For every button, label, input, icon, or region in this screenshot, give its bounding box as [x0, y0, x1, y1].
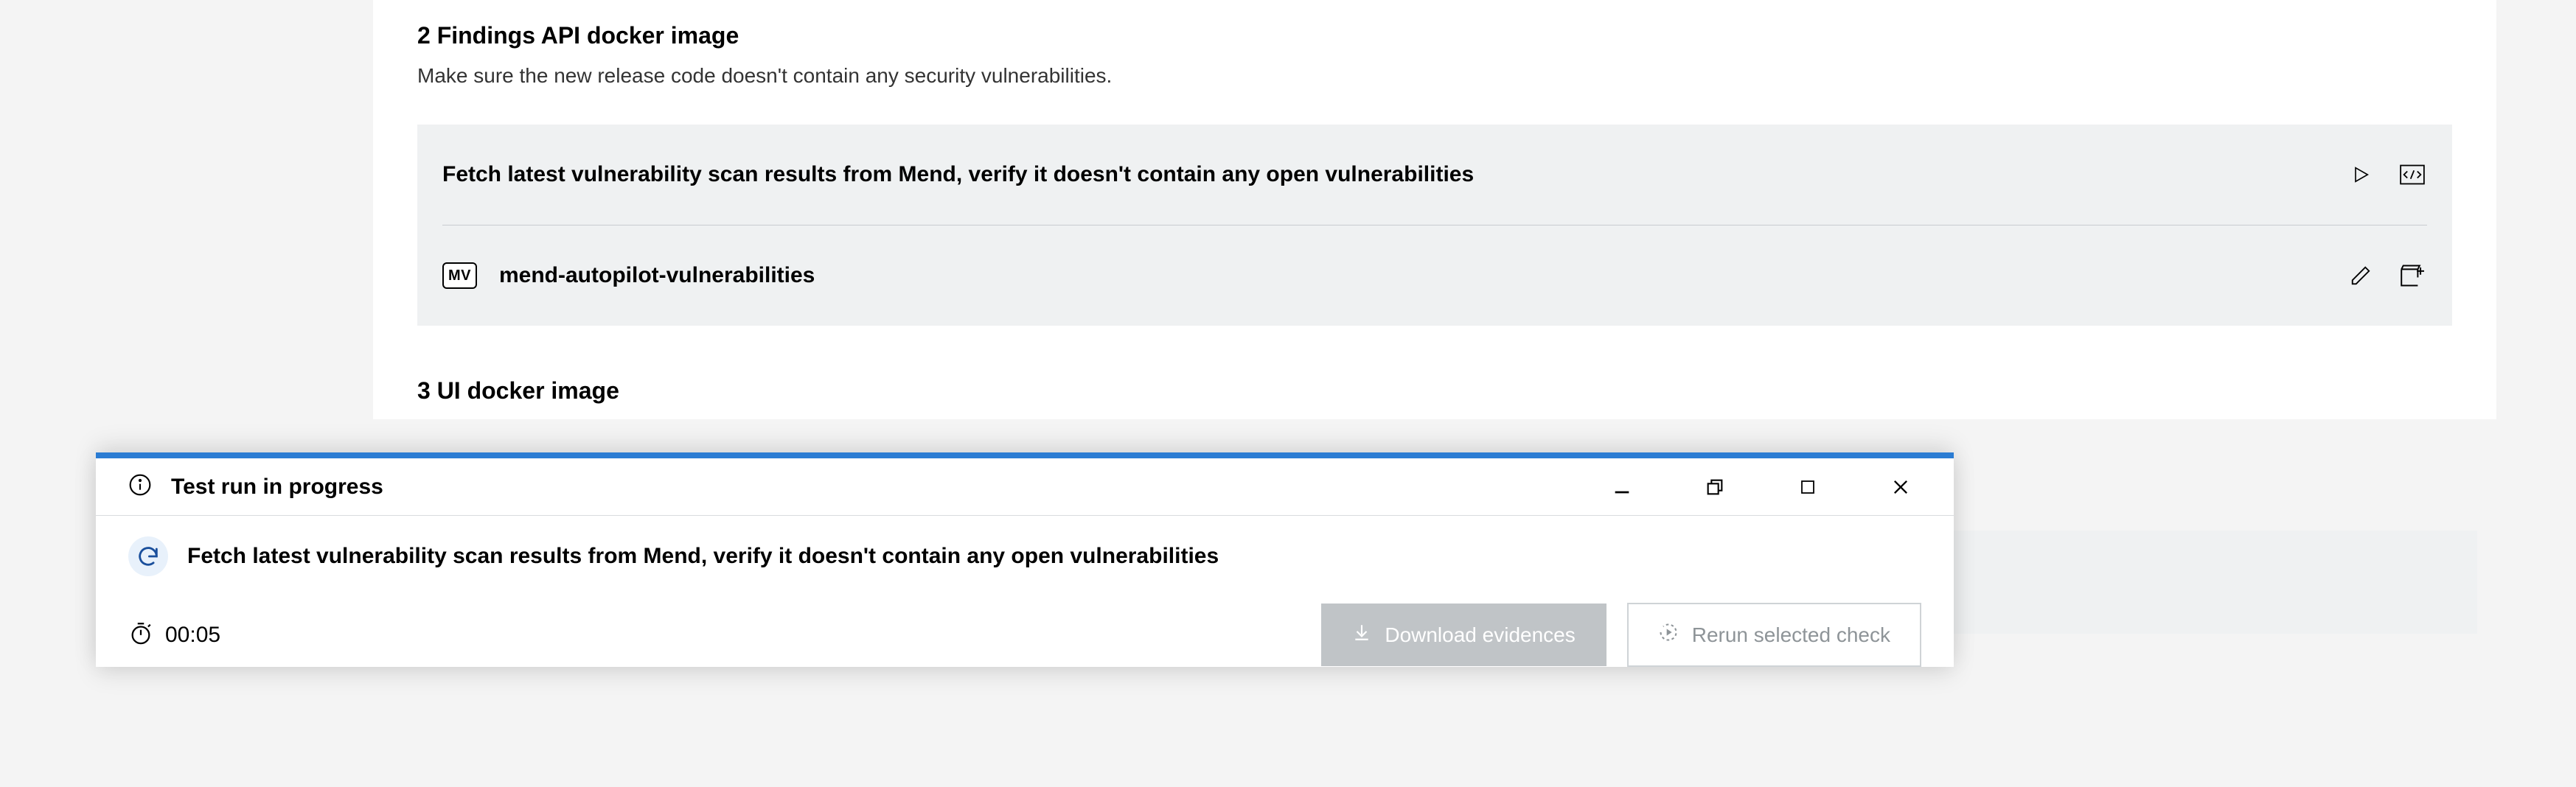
panel-status-title: Test run in progress — [171, 475, 383, 500]
edit-autopilot-button[interactable] — [2346, 261, 2375, 290]
close-button[interactable] — [1887, 474, 1914, 500]
download-evidences-button[interactable]: Download evidences — [1321, 604, 1606, 666]
minimize-button[interactable] — [1609, 474, 1635, 500]
section-index: 3 — [417, 377, 431, 404]
restore-down-button[interactable] — [1702, 474, 1728, 500]
test-run-panel: Test run in progress — [96, 452, 1954, 667]
check-title: Fetch latest vulnerability scan results … — [442, 162, 2324, 187]
panel-actions-row: 00:05 Download evidences Rerun selected … — [96, 576, 1954, 667]
autopilot-badge-icon: MV — [442, 262, 477, 289]
stopwatch-icon — [128, 620, 153, 649]
timer: 00:05 — [128, 620, 220, 649]
section-name: UI docker image — [437, 377, 619, 404]
spinner-icon — [128, 536, 168, 576]
maximize-button[interactable] — [1795, 474, 1821, 500]
section-3-title: 3 UI docker image — [417, 377, 2452, 405]
download-label: Download evidences — [1385, 623, 1575, 647]
section-index: 2 — [417, 22, 431, 49]
panel-header: Test run in progress — [96, 458, 1954, 516]
rerun-label: Rerun selected check — [1692, 623, 1890, 647]
timer-value: 00:05 — [165, 623, 220, 648]
autopilot-name: mend-autopilot-vulnerabilities — [499, 263, 2324, 288]
section-2-description: Make sure the new release code doesn't c… — [417, 64, 2452, 88]
add-module-button[interactable] — [2398, 261, 2427, 290]
run-check-button[interactable] — [2346, 160, 2375, 189]
running-check-row: Fetch latest vulnerability scan results … — [96, 516, 1954, 576]
rerun-icon — [1658, 622, 1679, 648]
section-2-title: 2 Findings API docker image — [417, 22, 2452, 49]
main-content: 2 Findings API docker image Make sure th… — [373, 0, 2496, 419]
window-controls — [1609, 474, 1914, 500]
download-icon — [1352, 623, 1371, 647]
view-code-button[interactable] — [2398, 160, 2427, 189]
check-block: Fetch latest vulnerability scan results … — [417, 125, 2452, 326]
section-name: Findings API docker image — [437, 22, 739, 49]
rerun-check-button[interactable]: Rerun selected check — [1627, 603, 1921, 667]
running-check-label: Fetch latest vulnerability scan results … — [187, 544, 1219, 569]
check-title-row: Fetch latest vulnerability scan results … — [442, 125, 2427, 225]
info-icon — [128, 473, 152, 500]
autopilot-row: MV mend-autopilot-vulnerabilities — [442, 225, 2427, 326]
